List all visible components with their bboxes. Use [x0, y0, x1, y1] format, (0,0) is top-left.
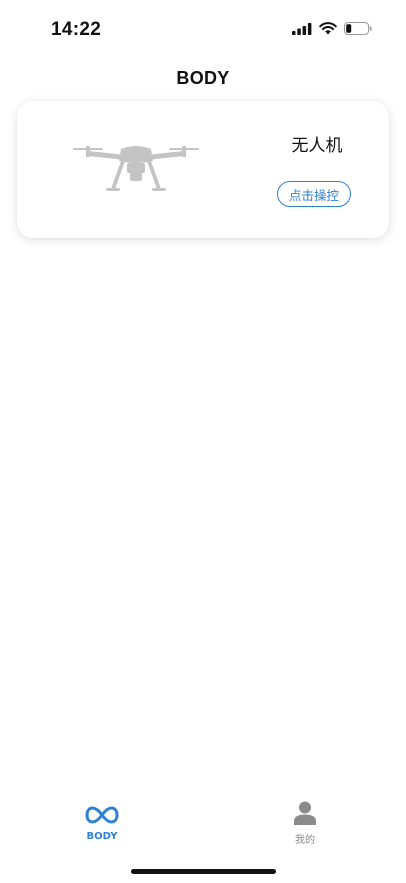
control-button[interactable]: 点击操控	[277, 181, 351, 207]
status-icons	[292, 22, 372, 35]
page-title: BODY	[176, 68, 230, 88]
tab-mine[interactable]: 我的	[265, 795, 345, 846]
battery-icon	[344, 22, 372, 35]
status-time: 14:22	[51, 19, 102, 40]
person-icon	[294, 801, 316, 825]
tab-bar: BODY 我的	[0, 795, 406, 855]
device-name: 无人机	[291, 136, 343, 156]
tab-body[interactable]: BODY	[62, 795, 142, 842]
wifi-icon	[319, 22, 337, 35]
cellular-signal-icon	[292, 22, 312, 35]
device-card[interactable]: 无人机 点击操控	[17, 101, 389, 238]
home-indicator	[131, 869, 276, 874]
infinity-icon	[85, 806, 119, 824]
drone-image	[73, 146, 199, 191]
status-bar: 14:22	[0, 0, 406, 56]
tab-mine-label: 我的	[295, 835, 315, 846]
tab-body-label: BODY	[86, 831, 118, 842]
